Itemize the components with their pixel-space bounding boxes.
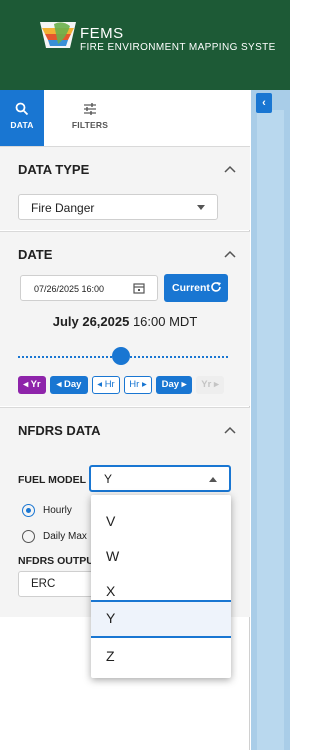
app-subtitle: FIRE ENVIRONMENT MAPPING SYSTE [80,42,276,53]
hour-back-button[interactable]: ◂ Hr [92,376,120,394]
fuel-model-label: FUEL MODEL [18,474,87,486]
fuel-model-option-z[interactable]: Z [91,638,231,673]
selected-datetime-text: July 26,2025 16:00 MDT [0,314,250,329]
date-time-value: 07/26/2025 16:00 [34,284,105,294]
section-title: DATE [18,247,53,262]
date-section: DATE 07/26/2025 16:00 Current July 26,20… [0,231,250,406]
hourly-radio[interactable] [22,504,35,517]
map-area[interactable] [251,90,290,750]
data-type-select[interactable]: Fire Danger [18,194,218,220]
fuel-model-dropdown: V W X Y Z [91,495,231,678]
chevron-up-icon[interactable] [224,426,236,434]
day-forward-button[interactable]: Day ▸ [156,376,192,394]
current-button[interactable]: Current [164,274,228,302]
year-back-button[interactable]: ◂ Yr [18,376,46,394]
refresh-icon [211,282,221,292]
time-slider-thumb[interactable] [112,347,130,365]
hourly-label: Hourly [43,505,72,516]
panel-tabs: DATA FILTERS [0,90,250,146]
tab-filters-label: FILTERS [71,120,109,130]
fuel-model-option-y[interactable]: Y [91,600,231,638]
fuel-model-option-v[interactable]: V [91,503,231,538]
fuel-model-option-w[interactable]: W [91,538,231,573]
caret-down-icon [197,205,205,210]
app-name: FEMS [80,25,124,42]
collapse-panel-button[interactable]: ‹ [256,93,272,113]
fems-logo-icon [40,22,76,48]
nfdrs-output-value: ERC [31,578,56,590]
caret-up-icon [209,477,217,482]
nfdrs-output-label: NFDRS OUTPUT [18,555,101,567]
fuel-model-select[interactable]: Y [89,465,231,492]
section-title: DATA TYPE [18,162,90,177]
chevron-left-icon: ‹ [262,97,266,109]
year-forward-button: Yr ▸ [196,376,224,394]
search-icon [15,102,29,116]
map-water [257,110,284,750]
chevron-up-icon[interactable] [224,165,236,173]
tab-data[interactable]: DATA [0,90,44,146]
app-header: FEMS FIRE ENVIRONMENT MAPPING SYSTE [0,0,290,90]
daily-max-label: Daily Max [43,531,87,542]
current-button-label: Current [172,282,210,294]
day-back-button[interactable]: ◂ Day [50,376,88,394]
tab-filters[interactable]: FILTERS [62,90,118,146]
selected-time-text: 16:00 MDT [129,314,198,329]
nfdrs-output-select[interactable]: ERC [18,571,98,597]
daily-max-radio[interactable] [22,530,35,543]
data-type-value: Fire Danger [31,201,95,215]
tab-data-label: DATA [10,120,34,130]
hour-forward-button[interactable]: Hr ▸ [124,376,152,394]
chevron-up-icon[interactable] [224,250,236,258]
fuel-model-value: Y [104,472,113,486]
date-time-input[interactable]: 07/26/2025 16:00 [20,275,158,301]
data-type-section: DATA TYPE Fire Danger [0,146,250,230]
selected-date-text: July 26,2025 [52,314,130,329]
section-title: NFDRS DATA [18,423,101,438]
calendar-icon[interactable] [133,282,145,294]
sliders-icon [84,103,96,115]
